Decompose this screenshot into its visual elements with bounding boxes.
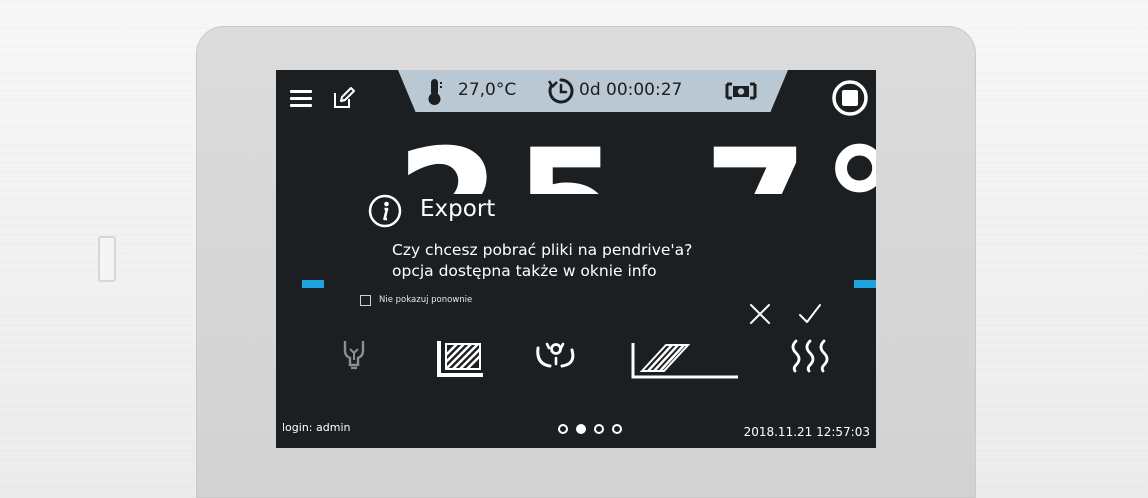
heating-button[interactable]	[788, 338, 832, 378]
login-status: login: admin	[282, 421, 351, 434]
background-temperature: 25,7°C	[276, 124, 876, 194]
heating-icon	[791, 339, 829, 373]
right-indicator	[854, 280, 876, 288]
close-icon	[750, 304, 770, 324]
light-toggle[interactable]	[342, 338, 366, 374]
housing-slot	[98, 236, 116, 282]
page-dot-1[interactable]	[558, 424, 568, 434]
dialog-title: Export	[420, 196, 496, 222]
page-dot-3[interactable]	[594, 424, 604, 434]
background-temperature-value: 25,7°C	[396, 130, 876, 194]
stop-icon	[832, 80, 868, 116]
fan-button[interactable]	[534, 338, 578, 378]
touch-screen: 25,7°C 27,0°C 0d 00:00:27	[276, 70, 876, 448]
page-dot-4[interactable]	[612, 424, 622, 434]
shelf-mode-button[interactable]	[436, 338, 486, 382]
thermometer-icon	[428, 79, 442, 105]
menu-icon-bar	[290, 104, 312, 107]
dont-show-again-label: Nie pokazuj ponownie	[379, 295, 473, 305]
check-icon	[799, 304, 821, 323]
date-time: 2018.11.21 12:57:03	[743, 425, 870, 439]
shelf-fill-icon	[437, 341, 483, 377]
ramp-mode-button[interactable]	[630, 338, 740, 384]
menu-icon-bar	[290, 97, 312, 100]
left-indicator	[302, 280, 324, 288]
dont-show-again-checkbox[interactable]	[360, 295, 371, 306]
info-icon	[368, 194, 402, 228]
status-tab: 27,0°C 0d 00:00:27	[398, 70, 788, 112]
lightbulb-icon	[343, 341, 365, 370]
stop-button[interactable]	[832, 80, 868, 116]
camera-icon	[725, 82, 757, 100]
confirm-button[interactable]	[796, 300, 824, 328]
menu-icon	[290, 90, 312, 93]
dialog-message-line-2: opcja dostępna także w oknie info	[392, 262, 657, 280]
edit-icon	[334, 87, 355, 108]
edit-button[interactable]	[332, 86, 356, 110]
ramp-icon	[631, 343, 738, 379]
menu-button[interactable]	[290, 90, 312, 108]
timer-icon	[548, 78, 574, 104]
dialog-message-line-1: Czy chcesz pobrać pliki na pendrive'a?	[392, 241, 693, 259]
page-dot-2[interactable]	[576, 424, 586, 434]
dialog-message: Czy chcesz pobrać pliki na pendrive'a? o…	[392, 240, 692, 282]
temperature-readout: 27,0°C	[458, 80, 517, 100]
fan-icon	[536, 342, 575, 368]
page-indicator	[558, 422, 630, 438]
timer-readout: 0d 00:00:27	[579, 80, 683, 100]
cancel-button[interactable]	[746, 300, 774, 328]
